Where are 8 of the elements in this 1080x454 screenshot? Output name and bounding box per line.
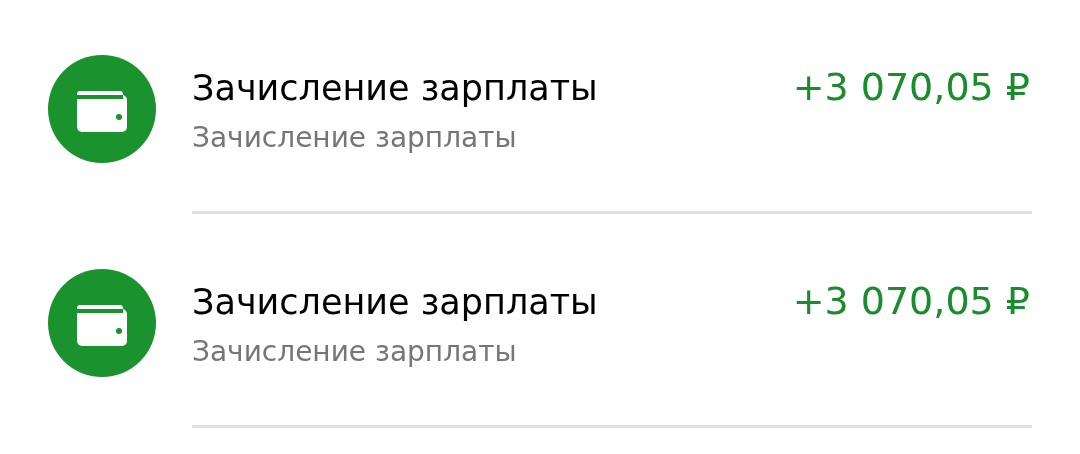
transaction-title: Зачисление зарплаты [192,67,598,108]
transaction-title: Зачисление зарплаты [192,281,598,322]
transaction-subtitle: Зачисление зарплаты [192,334,518,368]
wallet-icon [48,269,156,377]
transaction-amount: +3 070,05 ₽ [792,64,1030,109]
transaction-amount: +3 070,05 ₽ [792,278,1030,323]
transaction-subtitle: Зачисление зарплаты [192,120,518,154]
wallet-icon [48,55,156,163]
